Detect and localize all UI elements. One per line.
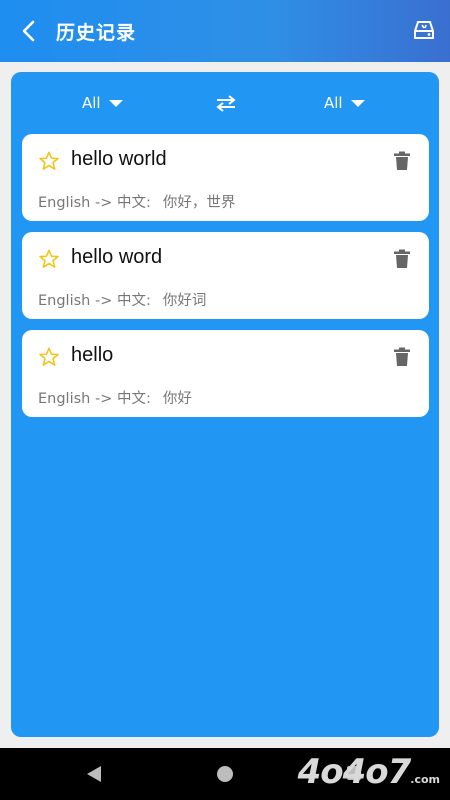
nav-back-icon[interactable] bbox=[87, 766, 101, 782]
translation-text: 你好词 bbox=[162, 293, 207, 309]
trash-icon[interactable] bbox=[393, 347, 411, 367]
trash-icon[interactable] bbox=[393, 151, 411, 171]
history-meta: English -> 中文: 你好，世界 bbox=[38, 191, 235, 212]
star-icon[interactable] bbox=[38, 346, 60, 368]
chevron-left-icon bbox=[22, 20, 35, 42]
direction-label: English -> 中文: bbox=[38, 293, 151, 309]
language-selector-row: All All bbox=[11, 88, 439, 118]
source-language-label: All bbox=[82, 94, 101, 112]
history-word: hello word bbox=[71, 246, 163, 268]
clear-history-icon bbox=[414, 21, 434, 39]
history-item[interactable]: hello word English -> 中文: 你好词 bbox=[22, 232, 429, 319]
watermark-logo: 4o4o7.com bbox=[298, 752, 440, 792]
trash-icon[interactable] bbox=[393, 249, 411, 269]
source-language-dropdown[interactable]: All bbox=[82, 88, 123, 118]
page-title: 历史记录 bbox=[56, 21, 137, 44]
translation-text: 你好 bbox=[162, 391, 192, 407]
target-language-label: All bbox=[324, 94, 343, 112]
star-icon[interactable] bbox=[38, 150, 60, 172]
nav-home-icon[interactable] bbox=[217, 766, 233, 782]
history-panel: All All hello world English -> 中文: 你好，世界 bbox=[11, 72, 439, 737]
app-bar: 历史记录 bbox=[0, 0, 450, 62]
star-icon[interactable] bbox=[38, 248, 60, 270]
history-meta: English -> 中文: 你好词 bbox=[38, 289, 206, 310]
history-item[interactable]: hello English -> 中文: 你好 bbox=[22, 330, 429, 417]
translation-text: 你好，世界 bbox=[162, 195, 236, 211]
watermark-text: 4o4o7 bbox=[297, 752, 412, 792]
target-language-dropdown[interactable]: All bbox=[324, 88, 365, 118]
history-item[interactable]: hello world English -> 中文: 你好，世界 bbox=[22, 134, 429, 221]
caret-down-icon bbox=[108, 99, 123, 107]
history-word: hello bbox=[71, 344, 114, 366]
history-word: hello world bbox=[71, 148, 167, 170]
direction-label: English -> 中文: bbox=[38, 391, 151, 407]
back-button[interactable] bbox=[6, 0, 52, 62]
history-meta: English -> 中文: 你好 bbox=[38, 387, 192, 408]
clear-history-button[interactable] bbox=[410, 16, 438, 44]
watermark-suffix: .com bbox=[410, 773, 440, 786]
direction-label: English -> 中文: bbox=[38, 195, 151, 211]
swap-icon[interactable] bbox=[214, 91, 238, 115]
caret-down-icon bbox=[350, 99, 365, 107]
